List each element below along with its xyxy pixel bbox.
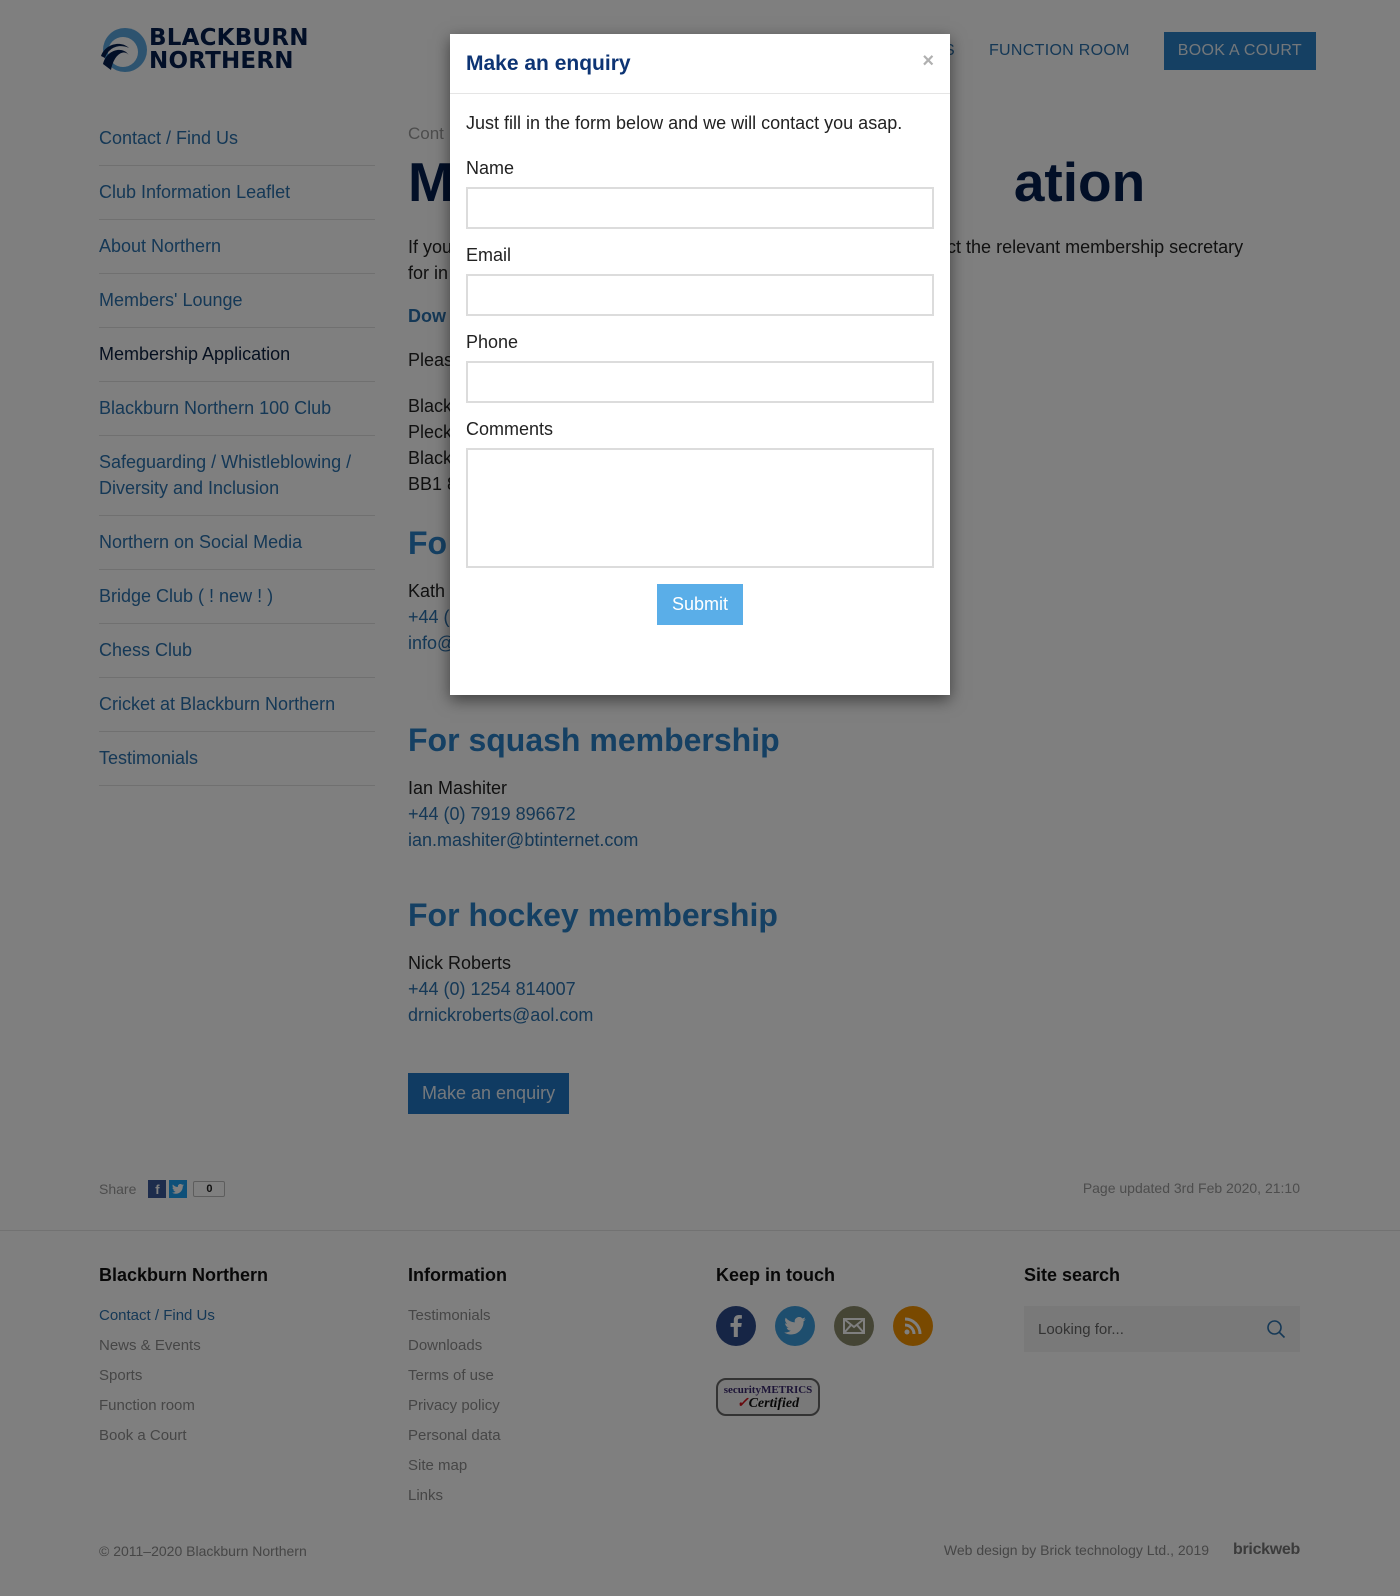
comments-field[interactable] — [466, 448, 934, 568]
close-icon[interactable]: × — [922, 50, 934, 73]
modal-body: Just fill in the form below and we will … — [450, 94, 950, 625]
enquiry-modal: Make an enquiry × Just fill in the form … — [450, 34, 950, 695]
modal-title: Make an enquiry — [466, 51, 631, 75]
modal-intro: Just fill in the form below and we will … — [466, 113, 903, 133]
email-field[interactable] — [466, 274, 934, 316]
email-label: Email — [466, 245, 512, 265]
phone-label: Phone — [466, 332, 519, 352]
comments-label: Comments — [466, 419, 554, 439]
phone-field[interactable] — [466, 361, 934, 403]
name-label: Name — [466, 158, 515, 178]
submit-wrap: Submit — [466, 584, 934, 625]
name-field[interactable] — [466, 187, 934, 229]
submit-button[interactable]: Submit — [656, 584, 744, 625]
modal-header: Make an enquiry × — [450, 34, 950, 94]
